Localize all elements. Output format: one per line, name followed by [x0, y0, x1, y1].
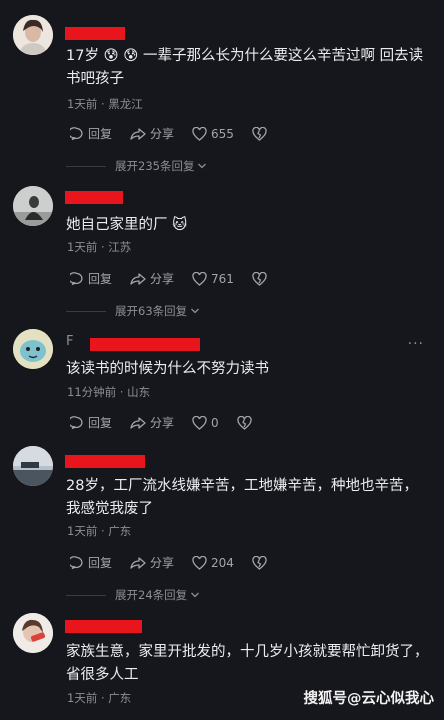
comment-text: 她自己家里的厂 🐱 [66, 217, 188, 233]
comment-meta: 1天前 · 广东 [67, 691, 132, 705]
reply-label: 回复 [88, 556, 113, 570]
share-label: 分享 [150, 556, 175, 570]
comment-text: 该读书的时候为什么不努力读书 [66, 361, 269, 377]
chevron-down-icon [198, 163, 207, 169]
dislike-button[interactable] [252, 271, 271, 286]
reply-button[interactable]: 回复 [70, 125, 112, 142]
divider-line [66, 594, 106, 596]
expand-label: 展开24条回复 [115, 588, 188, 602]
comment-meta: 1天前 · 江苏 [67, 240, 132, 254]
reply-button[interactable]: 回复 [70, 270, 112, 287]
share-icon [130, 272, 146, 285]
heart-icon [192, 126, 207, 141]
share-icon [130, 556, 146, 569]
share-icon [130, 127, 146, 140]
comment-actions: 回复 分享 761 [70, 270, 289, 287]
share-label: 分享 [150, 416, 175, 430]
reply-label: 回复 [88, 127, 113, 141]
divider-line [66, 310, 106, 312]
expand-replies[interactable]: 展开235条回复 [66, 158, 207, 174]
comment-text: 17岁 😰 😰 一辈子那么长为什么要这么辛苦过啊 回去读书吧孩子 [66, 48, 424, 87]
reply-button[interactable]: 回复 [70, 554, 112, 571]
comment-text: 28岁，工厂流水线嫌辛苦，工地嫌辛苦，种地也辛苦，我感觉我废了 [66, 478, 418, 517]
redacted-username [65, 191, 123, 204]
heart-icon [192, 555, 207, 570]
like-count: 0 [211, 415, 219, 430]
share-icon [130, 416, 146, 429]
more-options-icon[interactable]: ··· [408, 336, 424, 352]
avatar[interactable] [13, 329, 53, 369]
comment-actions: 回复 分享 0 [70, 414, 274, 431]
reply-icon [70, 126, 83, 140]
like-button[interactable]: 0 [192, 415, 219, 430]
dislike-button[interactable] [237, 415, 256, 430]
reply-icon [70, 555, 83, 569]
comment-meta: 11分钟前 · 山东 [67, 385, 151, 399]
broken-heart-icon [252, 126, 267, 141]
comment-actions: 回复 分享 204 [70, 554, 289, 571]
avatar[interactable] [13, 186, 53, 226]
reply-label: 回复 [88, 272, 113, 286]
like-count: 655 [211, 126, 234, 141]
chevron-down-icon [191, 592, 200, 598]
dislike-button[interactable] [252, 555, 271, 570]
chevron-down-icon [191, 308, 200, 314]
avatar[interactable] [13, 446, 53, 486]
expand-replies[interactable]: 展开24条回复 [66, 587, 200, 603]
redacted-username [65, 620, 142, 633]
expand-label: 展开63条回复 [115, 304, 188, 318]
like-button[interactable]: 655 [192, 126, 234, 141]
like-count: 204 [211, 555, 234, 570]
share-button[interactable]: 分享 [130, 414, 174, 431]
broken-heart-icon [252, 271, 267, 286]
reply-icon [70, 415, 83, 429]
redacted-username [65, 455, 145, 468]
like-button[interactable]: 761 [192, 271, 234, 286]
broken-heart-icon [237, 415, 252, 430]
share-button[interactable]: 分享 [130, 270, 174, 287]
heart-icon [192, 271, 207, 286]
heart-icon [192, 415, 207, 430]
reply-button[interactable]: 回复 [70, 414, 112, 431]
share-label: 分享 [150, 272, 175, 286]
avatar[interactable] [13, 613, 53, 653]
redacted-username [65, 27, 125, 40]
redacted-username [90, 338, 200, 351]
username-partial: F [66, 334, 74, 349]
reply-icon [70, 271, 83, 285]
watermark: 搜狐号@云心似我心 [303, 691, 435, 707]
share-button[interactable]: 分享 [130, 125, 174, 142]
like-button[interactable]: 204 [192, 555, 234, 570]
dislike-button[interactable] [252, 126, 271, 141]
reply-label: 回复 [88, 416, 113, 430]
share-button[interactable]: 分享 [130, 554, 174, 571]
comment-meta: 1天前 · 广东 [67, 524, 132, 538]
expand-label: 展开235条回复 [115, 159, 195, 173]
comment-actions: 回复 分享 655 [70, 125, 289, 142]
divider-line [66, 165, 106, 167]
comment-meta: 1天前 · 黑龙江 [67, 97, 143, 111]
share-label: 分享 [150, 127, 175, 141]
avatar[interactable] [13, 15, 53, 55]
comment-text: 家族生意，家里开批发的，十几岁小孩就要帮忙卸货了，省很多人工 [66, 644, 429, 683]
expand-replies[interactable]: 展开63条回复 [66, 303, 200, 319]
broken-heart-icon [252, 555, 267, 570]
like-count: 761 [211, 271, 234, 286]
